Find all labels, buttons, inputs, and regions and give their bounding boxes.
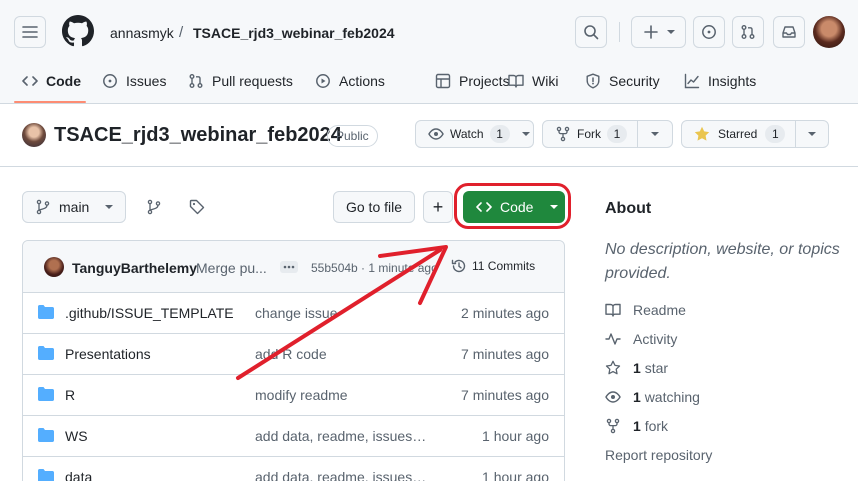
repo-forked-icon (605, 418, 621, 434)
forks-link[interactable]: 1 fork (605, 418, 668, 434)
eye-icon (605, 389, 621, 405)
readme-label: Readme (633, 302, 686, 318)
star-icon (605, 360, 621, 376)
stars-label: star (644, 360, 669, 376)
forks-label: fork (644, 418, 669, 434)
book-icon (605, 302, 621, 318)
report-repository-link[interactable]: Report repository (605, 447, 712, 463)
forks-text: 1 fork (633, 418, 668, 434)
watchers-link[interactable]: 1 watching (605, 389, 700, 405)
about-title: About (605, 200, 652, 217)
about-description: No description, website, or topics provi… (605, 241, 840, 282)
activity-link[interactable]: Activity (605, 331, 677, 347)
watching-text: 1 watching (633, 389, 700, 405)
stars-text: 1 star (633, 360, 668, 376)
stars-link[interactable]: 1 star (605, 360, 668, 376)
pulse-icon (605, 331, 621, 347)
watching-count: 1 (633, 389, 641, 405)
stars-count: 1 (633, 360, 641, 376)
readme-link[interactable]: Readme (605, 302, 686, 318)
watching-label: watching (644, 389, 700, 405)
forks-count: 1 (633, 418, 641, 434)
activity-label: Activity (633, 331, 678, 347)
